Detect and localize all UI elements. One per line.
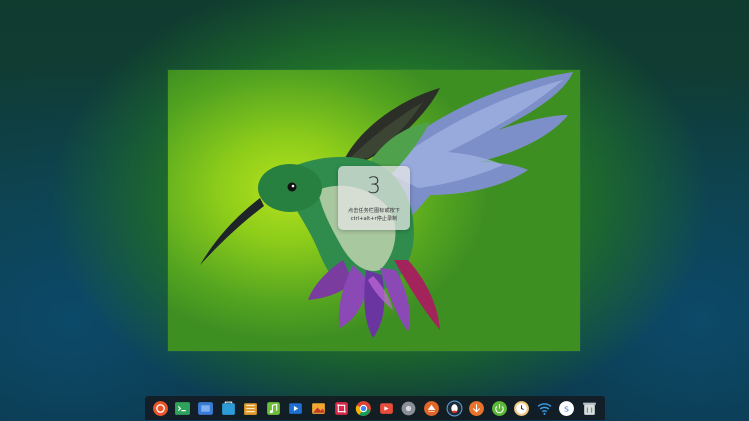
window-manager-icon bbox=[198, 401, 213, 415]
screenshot-icon bbox=[334, 401, 348, 415]
dock-item-music[interactable] bbox=[265, 400, 282, 417]
dock-item-settings[interactable] bbox=[400, 400, 417, 417]
countdown-dialog: 3 点击任务栏图标或按下 ctrl+alt+r停止录制 bbox=[338, 166, 410, 230]
dock-item-install[interactable] bbox=[468, 400, 485, 417]
clock-icon bbox=[514, 400, 530, 416]
dock-item-image-viewer[interactable] bbox=[310, 400, 327, 417]
wifi-icon bbox=[537, 402, 552, 415]
power-icon bbox=[491, 400, 507, 416]
app-store-icon bbox=[221, 401, 235, 415]
dock-item-wifi[interactable] bbox=[536, 400, 553, 417]
dock-item-trash[interactable] bbox=[581, 400, 598, 417]
dock-item-launcher[interactable] bbox=[152, 400, 169, 417]
dock-item-terminal[interactable] bbox=[174, 400, 191, 417]
video-icon bbox=[289, 402, 303, 414]
dock-item-app-store[interactable] bbox=[220, 400, 237, 417]
svg-text:S: S bbox=[565, 404, 570, 413]
dock-item-file-manager[interactable] bbox=[242, 400, 259, 417]
countdown-hint-line2: ctrl+alt+r停止录制 bbox=[350, 216, 398, 222]
install-icon bbox=[469, 400, 485, 416]
dock-item-qq[interactable] bbox=[446, 400, 463, 417]
screen-recorder-icon bbox=[379, 402, 393, 414]
input-method-icon: S bbox=[559, 400, 575, 416]
file-manager-icon bbox=[244, 402, 258, 415]
countdown-number: 3 bbox=[367, 174, 381, 199]
image-viewer-icon bbox=[312, 402, 325, 414]
dock-item-window-manager[interactable] bbox=[197, 400, 214, 417]
settings-icon bbox=[401, 401, 416, 415]
chrome-icon bbox=[355, 400, 372, 416]
music-icon bbox=[266, 401, 280, 415]
terminal-icon bbox=[175, 401, 191, 415]
dock-item-power[interactable] bbox=[491, 400, 508, 417]
eject-icon bbox=[423, 400, 439, 416]
dock-item-chrome[interactable] bbox=[355, 400, 372, 417]
dock-item-clock[interactable] bbox=[513, 400, 530, 417]
dock: S bbox=[145, 396, 605, 420]
dock-item-input-method[interactable]: S bbox=[558, 400, 575, 417]
launcher-icon bbox=[152, 400, 168, 416]
trash-icon bbox=[583, 402, 596, 415]
dock-item-eject[interactable] bbox=[423, 400, 440, 417]
dock-item-screenshot[interactable] bbox=[333, 400, 350, 417]
dock-item-screen-recorder[interactable] bbox=[378, 400, 395, 417]
dock-item-video[interactable] bbox=[287, 400, 304, 417]
qq-icon bbox=[446, 400, 462, 416]
countdown-hint-line1: 点击任务栏图标或按下 bbox=[348, 208, 400, 214]
